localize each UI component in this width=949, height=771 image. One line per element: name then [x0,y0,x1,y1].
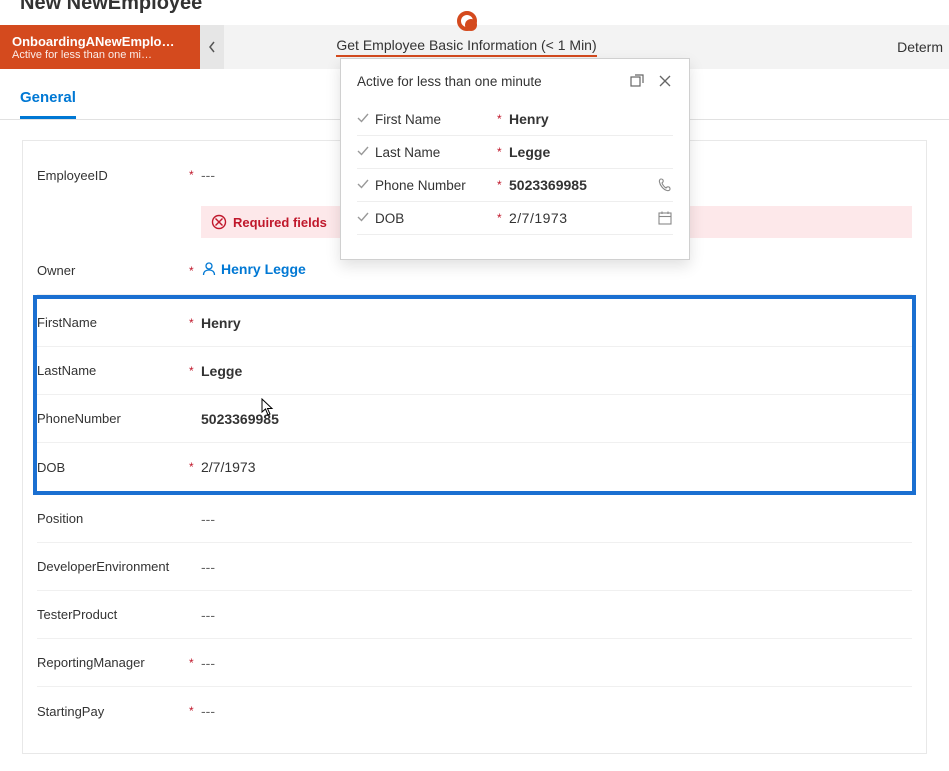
stage-next[interactable]: Determ [709,25,949,69]
label-position: Position [37,511,189,526]
error-icon [211,214,227,230]
label-last-name: LastName [37,363,189,378]
required-marker: * [497,145,509,159]
row-pay[interactable]: StartingPay * --- [37,687,912,735]
stage-flyout: Active for less than one minute First Na… [340,58,690,260]
highlighted-fields: FirstName * Henry LastName * Legge Phone… [33,295,916,495]
flyout-row-last-name[interactable]: Last Name * Legge [357,136,673,169]
person-icon [201,261,217,277]
stage-collapse-button[interactable] [200,25,224,69]
chevron-left-icon [208,41,216,53]
stage-active[interactable]: OnboardingANewEmplo… Active for less tha… [0,25,200,69]
value-pay[interactable]: --- [201,699,912,723]
flyout-label-last-name: Last Name [375,145,497,160]
required-marker: * [189,264,201,278]
required-marker: * [189,656,201,670]
value-manager[interactable]: --- [201,651,912,675]
required-marker: * [497,112,509,126]
row-tester[interactable]: TesterProduct --- [37,591,912,639]
flyout-label-dob: DOB [375,211,497,226]
required-marker: * [189,364,201,378]
record-indicator-icon [457,11,477,31]
check-icon [357,144,375,160]
value-position[interactable]: --- [201,507,912,531]
label-manager: ReportingManager [37,655,189,670]
flyout-value-first-name[interactable]: Henry [509,111,673,127]
close-icon[interactable] [657,73,673,89]
value-first-name[interactable]: Henry [201,311,912,335]
owner-link[interactable]: Henry Legge [201,261,306,277]
required-marker: * [189,460,201,474]
check-icon [357,210,375,226]
value-tester[interactable]: --- [201,603,912,627]
required-marker: * [189,168,201,182]
value-dob[interactable]: 2/7/1973 [201,455,912,479]
flyout-label-first-name: First Name [375,112,497,127]
label-phone: PhoneNumber [37,411,189,426]
flyout-row-dob[interactable]: DOB * 2/7/1973 [357,202,673,235]
required-marker: * [189,316,201,330]
label-dob: DOB [37,460,189,475]
row-position[interactable]: Position --- [37,495,912,543]
flyout-row-phone[interactable]: Phone Number * 5023369985 [357,169,673,202]
label-pay: StartingPay [37,704,189,719]
required-marker: * [497,211,509,225]
row-last-name[interactable]: LastName * Legge [37,347,912,395]
stage-next-label: Determ [897,39,943,55]
flyout-label-phone: Phone Number [375,178,497,193]
flyout-value-phone[interactable]: 5023369985 [509,177,657,193]
required-marker: * [189,704,201,718]
value-dev-env[interactable]: --- [201,555,912,579]
stage-active-sub: Active for less than one mi… [12,49,188,61]
calendar-icon[interactable] [657,210,673,226]
check-icon [357,111,375,127]
required-marker: * [497,178,509,192]
flyout-value-last-name[interactable]: Legge [509,144,673,160]
row-dob[interactable]: DOB * 2/7/1973 [37,443,912,491]
stage-active-title: OnboardingANewEmplo… [12,34,188,49]
flyout-value-dob[interactable]: 2/7/1973 [509,210,657,226]
popout-icon[interactable] [629,73,645,89]
row-first-name[interactable]: FirstName * Henry [37,299,912,347]
owner-name: Henry Legge [221,261,306,277]
flyout-title: Active for less than one minute [357,74,542,89]
row-dev-env[interactable]: DeveloperEnvironment --- [37,543,912,591]
label-employee-id: EmployeeID [37,168,189,183]
row-phone[interactable]: PhoneNumber 5023369985 [37,395,912,443]
value-last-name[interactable]: Legge [201,359,912,383]
phone-icon[interactable] [657,177,673,193]
flyout-row-first-name[interactable]: First Name * Henry [357,103,673,136]
tab-general[interactable]: General [20,83,76,119]
row-manager[interactable]: ReportingManager * --- [37,639,912,687]
stage-current-label: Get Employee Basic Information (< 1 Min) [336,37,596,57]
label-first-name: FirstName [37,315,189,330]
check-icon [357,177,375,193]
label-tester: TesterProduct [37,607,189,622]
value-phone[interactable]: 5023369985 [201,407,912,431]
error-banner-text: Required fields [233,215,327,230]
label-dev-env: DeveloperEnvironment [37,559,189,574]
label-owner: Owner [37,263,189,278]
